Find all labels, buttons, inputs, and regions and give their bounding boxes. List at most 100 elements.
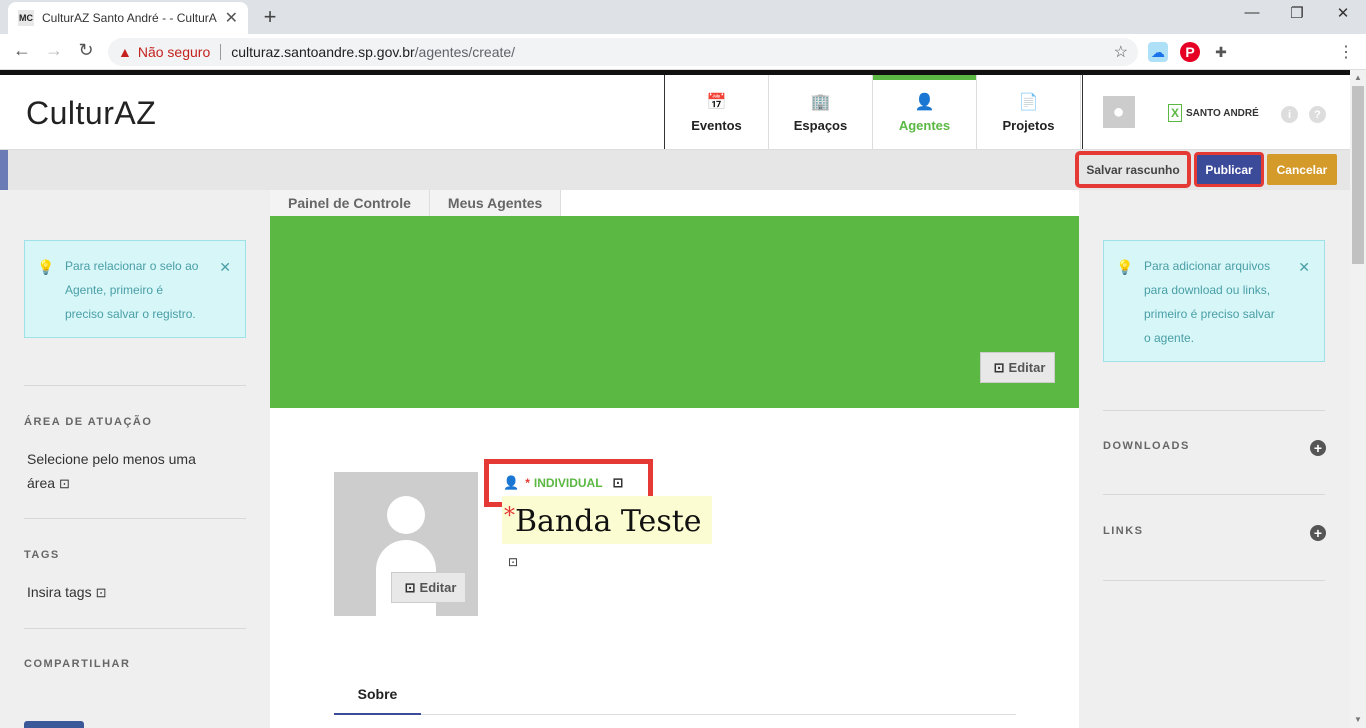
browser-tab[interactable]: MC CulturAZ Santo André - - CulturA ✕ [8,2,248,34]
divider [1103,410,1325,411]
breadcrumb-meus-agentes[interactable]: Meus Agentes [429,190,562,216]
user-avatar-slot[interactable]: ● [1082,75,1154,149]
scroll-up-icon[interactable]: ▲ [1350,70,1366,86]
prefeitura-logo[interactable]: X SANTO ANDRÉ [1168,104,1259,122]
edit-icon: ⊡ [404,579,416,595]
site-header: CulturAZ 📅 Eventos 🏢 Espaços 👤 Agentes 📄… [0,75,1350,150]
selo-alert-text: Para relacionar o selo ao Agente, primei… [65,259,199,321]
add-link-icon[interactable]: + [1310,525,1326,541]
edit-icon[interactable]: ⊡ [508,555,518,569]
close-tab-icon[interactable]: ✕ [225,8,238,28]
scroll-down-icon[interactable]: ▼ [1350,712,1366,728]
tab-title: CulturAZ Santo André - - CulturA [42,11,217,25]
user-avatar-icon: ● [1102,96,1135,128]
close-alert-icon[interactable]: ✕ [219,255,231,279]
publish-button[interactable]: Publicar [1194,152,1264,187]
edit-icon[interactable]: ⊡ [96,581,107,605]
cloud-extension-icon[interactable]: ☁ [1148,42,1168,62]
address-bar[interactable]: ▲ Não seguro culturaz.santoandre.sp.gov.… [108,38,1138,66]
main-nav: 📅 Eventos 🏢 Espaços 👤 Agentes 📄 Projetos [664,75,1081,149]
edit-icon[interactable]: ⊡ [613,475,624,491]
edit-cover-button[interactable]: ⊡ Editar [980,352,1055,383]
required-marker: * [525,476,530,490]
breadcrumb-painel[interactable]: Painel de Controle [270,190,430,216]
edit-avatar-button[interactable]: ⊡ Editar [391,572,466,603]
action-bar: Salvar rascunho Publicar Cancelar [0,150,1350,190]
minimize-icon[interactable]: — [1240,4,1264,21]
back-icon[interactable]: ← [10,40,34,61]
close-alert-icon[interactable]: ✕ [1298,255,1310,279]
person-icon: 👤 [503,475,520,490]
lightbulb-icon: 💡 [37,259,55,275]
edit-icon: ⊡ [993,359,1005,375]
security-label: Não seguro [137,44,211,60]
url-host: culturaz.santoandre.sp.gov.br [231,44,415,60]
add-download-icon[interactable]: + [1310,440,1326,456]
nav-label: Eventos [691,117,742,133]
site-favicon: MC [18,10,34,26]
tags-field[interactable]: Insira tags ⊡ [27,580,107,605]
forward-icon[interactable]: → [42,40,66,61]
agent-type-label: INDIVIDUAL [533,476,603,490]
prefeitura-name: SANTO ANDRÉ [1186,107,1259,119]
nav-agentes[interactable]: 👤 Agentes [873,75,977,149]
bookmark-star-icon[interactable]: ☆ [1114,42,1128,62]
reload-icon[interactable]: ↻ [74,40,98,61]
divider [24,385,246,386]
pinterest-extension-icon[interactable]: P [1180,42,1200,62]
selo-alert: 💡 Para relacionar o selo ao Agente, prim… [24,240,246,338]
scrollbar-thumb[interactable] [1352,86,1364,264]
calendar-icon: 📅 [706,93,727,111]
tab-sobre[interactable]: Sobre [334,686,421,715]
nav-eventos[interactable]: 📅 Eventos [665,75,769,149]
site-logo[interactable]: CulturAZ [26,95,156,132]
divider [24,518,246,519]
nav-label: Espaços [793,117,848,133]
links-section-title: LINKS [1103,525,1144,537]
nav-espacos[interactable]: 🏢 Espaços [769,75,873,149]
close-window-icon[interactable]: ✕ [1331,4,1355,22]
tabs-divider [334,714,1016,715]
cover-image [270,216,1079,408]
tags-section-title: TAGS [24,549,60,561]
omnibox-divider [220,44,222,60]
facebook-share-button[interactable] [24,721,84,728]
restore-icon[interactable]: ❐ [1285,4,1309,22]
cancel-button[interactable]: Cancelar [1267,154,1337,185]
browser-tab-bar: MC CulturAZ Santo André - - CulturA ✕ + … [0,0,1366,34]
action-bar-accent [0,150,8,190]
nav-label: Projetos [1002,117,1055,133]
downloads-alert-text: Para adicionar arquivos para download ou… [1144,259,1275,345]
avatar-head-shape [387,496,425,534]
nav-projetos[interactable]: 📄 Projetos [977,75,1081,149]
area-field[interactable]: Selecione pelo menos uma área ⊡ [27,447,227,496]
agent-name: Banda Teste [515,504,702,539]
divider [1103,494,1325,495]
required-marker: * [504,504,515,529]
extensions-puzzle-icon[interactable]: ✚ [1211,42,1231,62]
breadcrumb: Painel de Controle Meus Agentes [270,190,562,216]
share-section-title: COMPARTILHAR [24,658,131,670]
person-icon: 👤 [914,93,935,111]
building-icon: 🏢 [810,93,831,111]
downloads-alert: 💡 Para adicionar arquivos para download … [1103,240,1325,362]
info-icon[interactable]: i [1281,106,1298,123]
tags-placeholder: Insira tags [27,584,92,600]
new-tab-icon[interactable]: + [258,4,282,30]
edit-label: Editar [1008,360,1046,375]
browser-toolbar: ← → ↻ ▲ Não seguro culturaz.santoandre.s… [0,34,1366,70]
area-placeholder: Selecione pelo menos uma área [27,451,196,491]
agent-name-field[interactable]: *Banda Teste ⊡ [502,496,712,569]
lightbulb-icon: 💡 [1116,259,1134,275]
warning-icon: ▲ [118,44,132,60]
prefeitura-emblem-icon: X [1168,104,1182,122]
edit-label: Editar [419,580,457,595]
help-icon[interactable]: ? [1309,106,1326,123]
save-draft-button[interactable]: Salvar rascunho [1075,151,1191,188]
downloads-section-title: DOWNLOADS [1103,440,1190,452]
divider [24,628,246,629]
divider [1103,580,1325,581]
edit-icon[interactable]: ⊡ [59,472,70,496]
area-section-title: ÁREA DE ATUAÇÃO [24,416,153,428]
browser-menu-icon[interactable]: ⋮ [1338,42,1354,62]
